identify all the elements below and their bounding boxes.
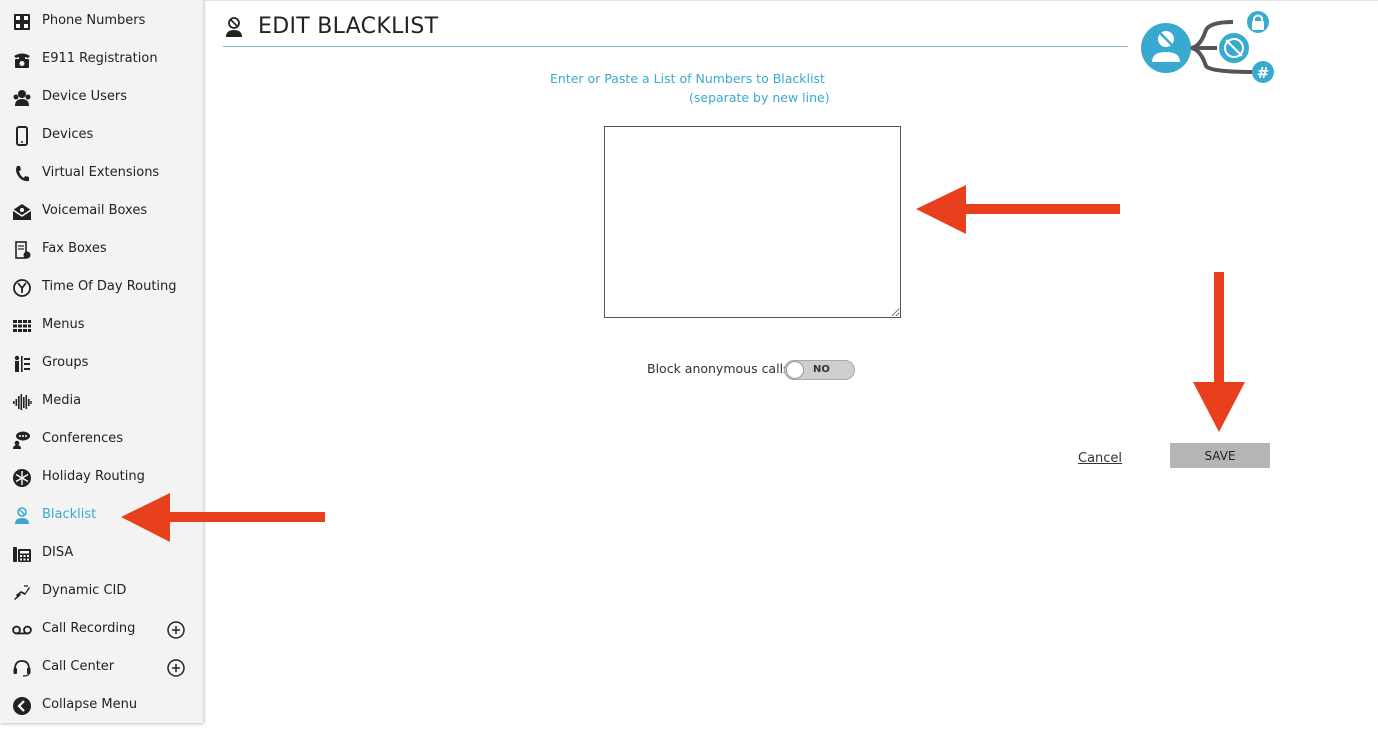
sidebar-item-call-recording[interactable]: Call Recording (0, 610, 203, 648)
sidebar: Phone Numbers E911 Registration Device U… (0, 0, 203, 723)
sidebar-item-collapse-menu[interactable]: Collapse Menu (0, 686, 203, 724)
sidebar-item-dynamic-cid[interactable]: Dynamic CID (0, 572, 203, 610)
blocked-user-icon (226, 17, 242, 37)
annotation-arrow-left-icon (121, 493, 325, 542)
users-icon (11, 88, 33, 108)
sidebar-item-voicemail-boxes[interactable]: Voicemail Boxes (0, 192, 203, 230)
instruction-subtext: (separate by new line) (689, 90, 830, 105)
sidebar-item-label: Call Recording (42, 621, 136, 636)
sidebar-item-menus[interactable]: Menus (0, 306, 203, 344)
sidebar-item-label: DISA (42, 545, 74, 560)
annotation-arrow-down-icon (1193, 272, 1245, 432)
sidebar-item-label: Phone Numbers (42, 13, 146, 28)
snowflake-icon (11, 468, 33, 488)
sidebar-item-label: Media (42, 393, 82, 408)
save-button[interactable]: SAVE (1170, 443, 1270, 468)
toggle-state-text: NO (813, 364, 830, 375)
sidebar-item-label: Call Center (42, 659, 115, 674)
sidebar-item-devices[interactable]: Devices (0, 116, 203, 154)
grid-phone-icon (11, 12, 33, 32)
instruction-text: Enter or Paste a List of Numbers to Blac… (550, 71, 825, 86)
sidebar-item-label: Time Of Day Routing (42, 279, 177, 294)
sidebar-item-media[interactable]: Media (0, 382, 203, 420)
groups-icon (11, 354, 33, 374)
block-anonymous-label: Block anonymous calls: (647, 361, 794, 376)
sidebar-item-label: Dynamic CID (42, 583, 127, 598)
top-border (0, 0, 1378, 1)
block-anonymous-toggle[interactable]: NO (784, 360, 855, 380)
expand-plus-icon[interactable] (166, 620, 186, 640)
handset-icon (11, 164, 33, 184)
sidebar-item-label: Holiday Routing (42, 469, 145, 484)
sidebar-item-label: Menus (42, 317, 85, 332)
blacklist-numbers-textarea[interactable] (604, 126, 901, 318)
page-title: EDIT BLACKLIST (258, 14, 439, 39)
collapse-left-icon (11, 696, 33, 716)
mobile-device-icon (11, 126, 33, 146)
waveform-icon (11, 392, 33, 412)
envelope-icon (11, 202, 33, 222)
disa-phone-icon (11, 544, 33, 564)
sidebar-item-label: Virtual Extensions (42, 165, 160, 180)
sidebar-item-label: Voicemail Boxes (42, 203, 148, 218)
sidebar-item-label: Collapse Menu (42, 697, 138, 712)
conference-icon (11, 430, 33, 450)
sidebar-item-groups[interactable]: Groups (0, 344, 203, 382)
sidebar-item-virtual-extensions[interactable]: Virtual Extensions (0, 154, 203, 192)
sidebar-item-fax-boxes[interactable]: Fax Boxes (0, 230, 203, 268)
sidebar-item-e911-registration[interactable]: E911 Registration (0, 40, 203, 78)
svg-text:#: # (1257, 64, 1270, 82)
clock-icon (11, 278, 33, 298)
phone-registration-icon (11, 50, 33, 70)
blocked-user-icon (11, 506, 33, 526)
sidebar-item-conferences[interactable]: Conferences (0, 420, 203, 458)
dynamic-cid-icon (11, 582, 33, 602)
toggle-knob (786, 361, 804, 379)
sidebar-item-label: Device Users (42, 89, 127, 104)
sidebar-item-phone-numbers[interactable]: Phone Numbers (0, 2, 203, 40)
blacklist-logo-icon: # (1141, 11, 1274, 83)
keypad-icon (11, 316, 33, 336)
sidebar-item-device-users[interactable]: Device Users (0, 78, 203, 116)
sidebar-item-label: Fax Boxes (42, 241, 107, 256)
sidebar-item-time-of-day-routing[interactable]: Time Of Day Routing (0, 268, 203, 306)
headset-icon (11, 658, 33, 678)
cancel-link[interactable]: Cancel (1078, 451, 1122, 466)
voicemail-tape-icon (11, 620, 33, 640)
sidebar-item-label: Conferences (42, 431, 124, 446)
annotation-arrow-left-icon (916, 185, 1120, 234)
sidebar-item-label: Groups (42, 355, 89, 370)
title-divider (223, 46, 1128, 47)
sidebar-item-label: Blacklist (42, 507, 97, 522)
sidebar-item-label: E911 Registration (42, 51, 158, 66)
sidebar-item-call-center[interactable]: Call Center (0, 648, 203, 686)
fax-icon (11, 240, 33, 260)
expand-plus-icon[interactable] (166, 658, 186, 678)
sidebar-item-label: Devices (42, 127, 94, 142)
